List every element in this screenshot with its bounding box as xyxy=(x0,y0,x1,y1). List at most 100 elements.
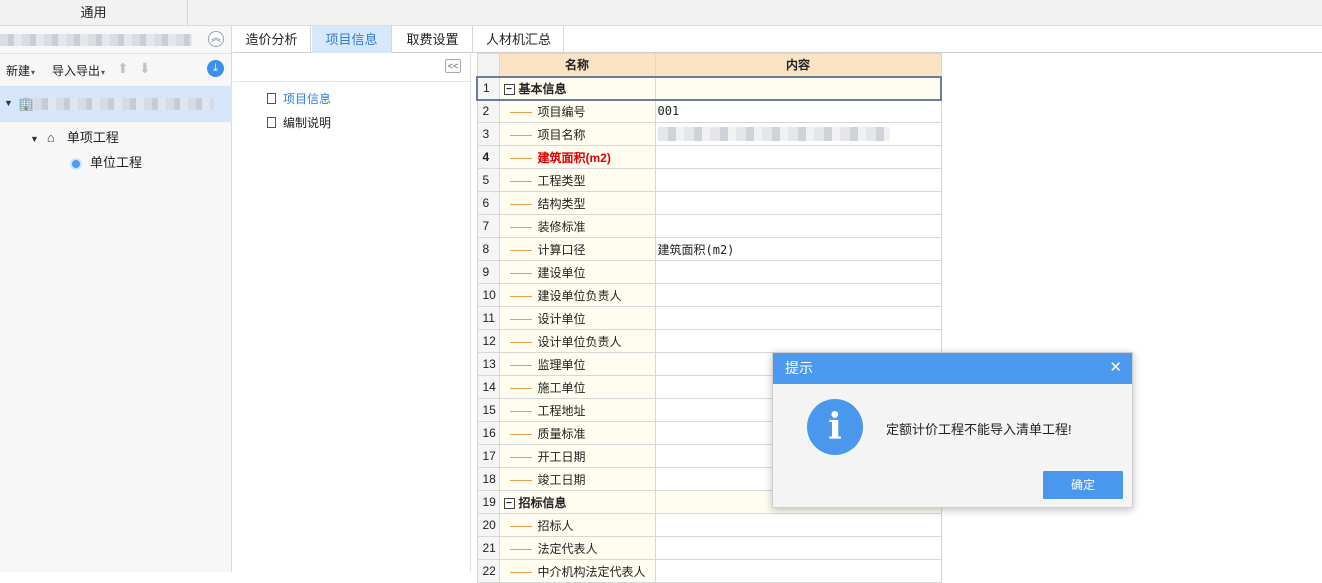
name-cell[interactable]: 工程类型 xyxy=(498,168,656,192)
content-cell[interactable] xyxy=(654,283,942,307)
name-cell-label: 基本信息 xyxy=(518,81,567,96)
content-cell[interactable]: 建筑面积(m2) xyxy=(654,237,942,261)
name-cell[interactable]: 设计单位 xyxy=(498,306,656,330)
ok-button[interactable]: 确定 xyxy=(1043,471,1123,499)
name-cell[interactable]: 计算口径 xyxy=(498,237,656,261)
tree-connector xyxy=(509,203,532,205)
table-row[interactable]: 4 建筑面积(m2) xyxy=(476,145,942,169)
name-cell[interactable]: 设计单位负责人 xyxy=(498,329,656,353)
new-button[interactable]: 新建▾ xyxy=(6,62,35,79)
tree-item-unit-project[interactable]: 单位工程 xyxy=(72,152,142,171)
import-export-label: 导入导出 xyxy=(52,64,101,78)
top-menu-bar: 通用 xyxy=(0,0,1322,26)
name-cell-label: 设计单位 xyxy=(537,311,586,326)
name-cell[interactable]: 工程地址 xyxy=(498,398,656,422)
name-cell-label: 建筑面积(m2) xyxy=(537,150,611,165)
table-row[interactable]: 5 工程类型 xyxy=(476,168,942,192)
close-icon[interactable]: ✕ xyxy=(1109,353,1122,384)
table-row[interactable]: 2 项目编号 001 xyxy=(476,99,942,123)
name-cell-label: 质量标准 xyxy=(537,426,586,441)
name-cell[interactable]: 建设单位负责人 xyxy=(498,283,656,307)
name-cell[interactable]: 开工日期 xyxy=(498,444,656,468)
tab-material-summary[interactable]: 人材机汇总 xyxy=(474,26,564,53)
content-cell[interactable] xyxy=(654,260,942,284)
table-row[interactable]: 11 设计单位 xyxy=(476,306,942,330)
table-row[interactable]: 1− 基本信息 xyxy=(476,75,942,101)
double-chevron-up-icon[interactable]: ︽ xyxy=(208,31,224,47)
name-cell[interactable]: − 基本信息 xyxy=(498,75,656,101)
arrow-down-icon[interactable]: ⬇ xyxy=(139,60,151,77)
tab-fee-settings[interactable]: 取费设置 xyxy=(393,26,473,53)
content-cell[interactable] xyxy=(654,214,942,238)
table-row[interactable]: 21 法定代表人 xyxy=(476,536,942,560)
expand-icon[interactable]: ▼ xyxy=(4,98,13,108)
content-cell[interactable] xyxy=(654,559,942,583)
column-header-content: 内容 xyxy=(654,53,942,77)
menu-tab-general[interactable]: 通用 xyxy=(0,0,188,26)
building-icon: 🏢 xyxy=(18,96,35,111)
name-cell[interactable]: 建设单位 xyxy=(498,260,656,284)
row-number: 9 xyxy=(476,260,500,284)
tree-item-sub-project[interactable]: ▼ ⌂ 单项工程 xyxy=(30,127,119,146)
table-row[interactable]: 9 建设单位 xyxy=(476,260,942,284)
tree-root-project[interactable]: ▼ 🏢 xyxy=(0,86,232,122)
name-cell[interactable]: 法定代表人 xyxy=(498,536,656,560)
row-number: 10 xyxy=(476,283,500,307)
nav-item-project-info[interactable]: 项目信息 xyxy=(267,90,331,107)
content-cell[interactable] xyxy=(654,513,942,537)
double-chevron-left-icon[interactable]: << xyxy=(445,59,461,73)
project-name-redacted xyxy=(0,34,192,46)
name-cell[interactable]: 招标人 xyxy=(498,513,656,537)
collapse-group-icon[interactable]: − xyxy=(503,83,515,95)
row-number: 21 xyxy=(476,536,500,560)
name-cell[interactable]: 施工单位 xyxy=(498,375,656,399)
download-icon[interactable]: ⤓ xyxy=(207,60,224,77)
content-cell[interactable]: 001 xyxy=(654,99,942,123)
name-cell[interactable]: 建筑面积(m2) xyxy=(498,145,656,169)
divider xyxy=(233,81,471,82)
name-cell[interactable]: 装修标准 xyxy=(498,214,656,238)
name-cell-label: 建设单位 xyxy=(537,265,586,280)
table-row[interactable]: 12 设计单位负责人 xyxy=(476,329,942,353)
name-cell[interactable]: 结构类型 xyxy=(498,191,656,215)
name-cell-label: 招标人 xyxy=(537,518,574,533)
row-number: 4 xyxy=(476,145,500,169)
name-cell[interactable]: − 招标信息 xyxy=(498,490,656,514)
table-row[interactable]: 22 中介机构法定代表人 xyxy=(476,559,942,583)
tab-cost-analysis[interactable]: 造价分析 xyxy=(233,26,311,53)
tree-connector xyxy=(509,134,532,136)
table-row[interactable]: 7 装修标准 xyxy=(476,214,942,238)
expand-icon[interactable]: ▼ xyxy=(30,134,39,144)
name-cell[interactable]: 监理单位 xyxy=(498,352,656,376)
tree-connector xyxy=(509,387,532,389)
table-row[interactable]: 3 项目名称 xyxy=(476,122,942,146)
unit-dot-icon xyxy=(72,159,80,168)
content-cell[interactable] xyxy=(654,75,942,101)
content-cell[interactable] xyxy=(654,329,942,353)
collapse-group-icon[interactable]: − xyxy=(503,497,515,509)
content-cell[interactable] xyxy=(654,306,942,330)
name-cell[interactable]: 竣工日期 xyxy=(498,467,656,491)
tree-connector xyxy=(509,410,532,412)
table-row[interactable]: 6 结构类型 xyxy=(476,191,942,215)
content-cell[interactable] xyxy=(654,168,942,192)
row-number: 20 xyxy=(476,513,500,537)
name-cell[interactable]: 中介机构法定代表人 xyxy=(498,559,656,583)
content-cell[interactable] xyxy=(654,536,942,560)
nav-item-compile-notes[interactable]: 编制说明 xyxy=(267,114,331,131)
import-export-button[interactable]: 导入导出▾ xyxy=(52,62,105,79)
name-cell[interactable]: 项目编号 xyxy=(498,99,656,123)
row-number: 5 xyxy=(476,168,500,192)
table-row[interactable]: 10 建设单位负责人 xyxy=(476,283,942,307)
name-cell[interactable]: 项目名称 xyxy=(498,122,656,146)
name-cell[interactable]: 质量标准 xyxy=(498,421,656,445)
table-row[interactable]: 20 招标人 xyxy=(476,513,942,537)
doc-icon xyxy=(267,93,276,104)
arrow-up-icon[interactable]: ⬆ xyxy=(117,60,129,77)
table-row[interactable]: 8 计算口径 建筑面积(m2) xyxy=(476,237,942,261)
content-cell[interactable] xyxy=(654,145,942,169)
content-cell[interactable] xyxy=(654,122,942,146)
content-cell[interactable] xyxy=(654,191,942,215)
nav-item-label: 项目信息 xyxy=(283,92,332,106)
tab-project-info[interactable]: 项目信息 xyxy=(312,26,392,53)
